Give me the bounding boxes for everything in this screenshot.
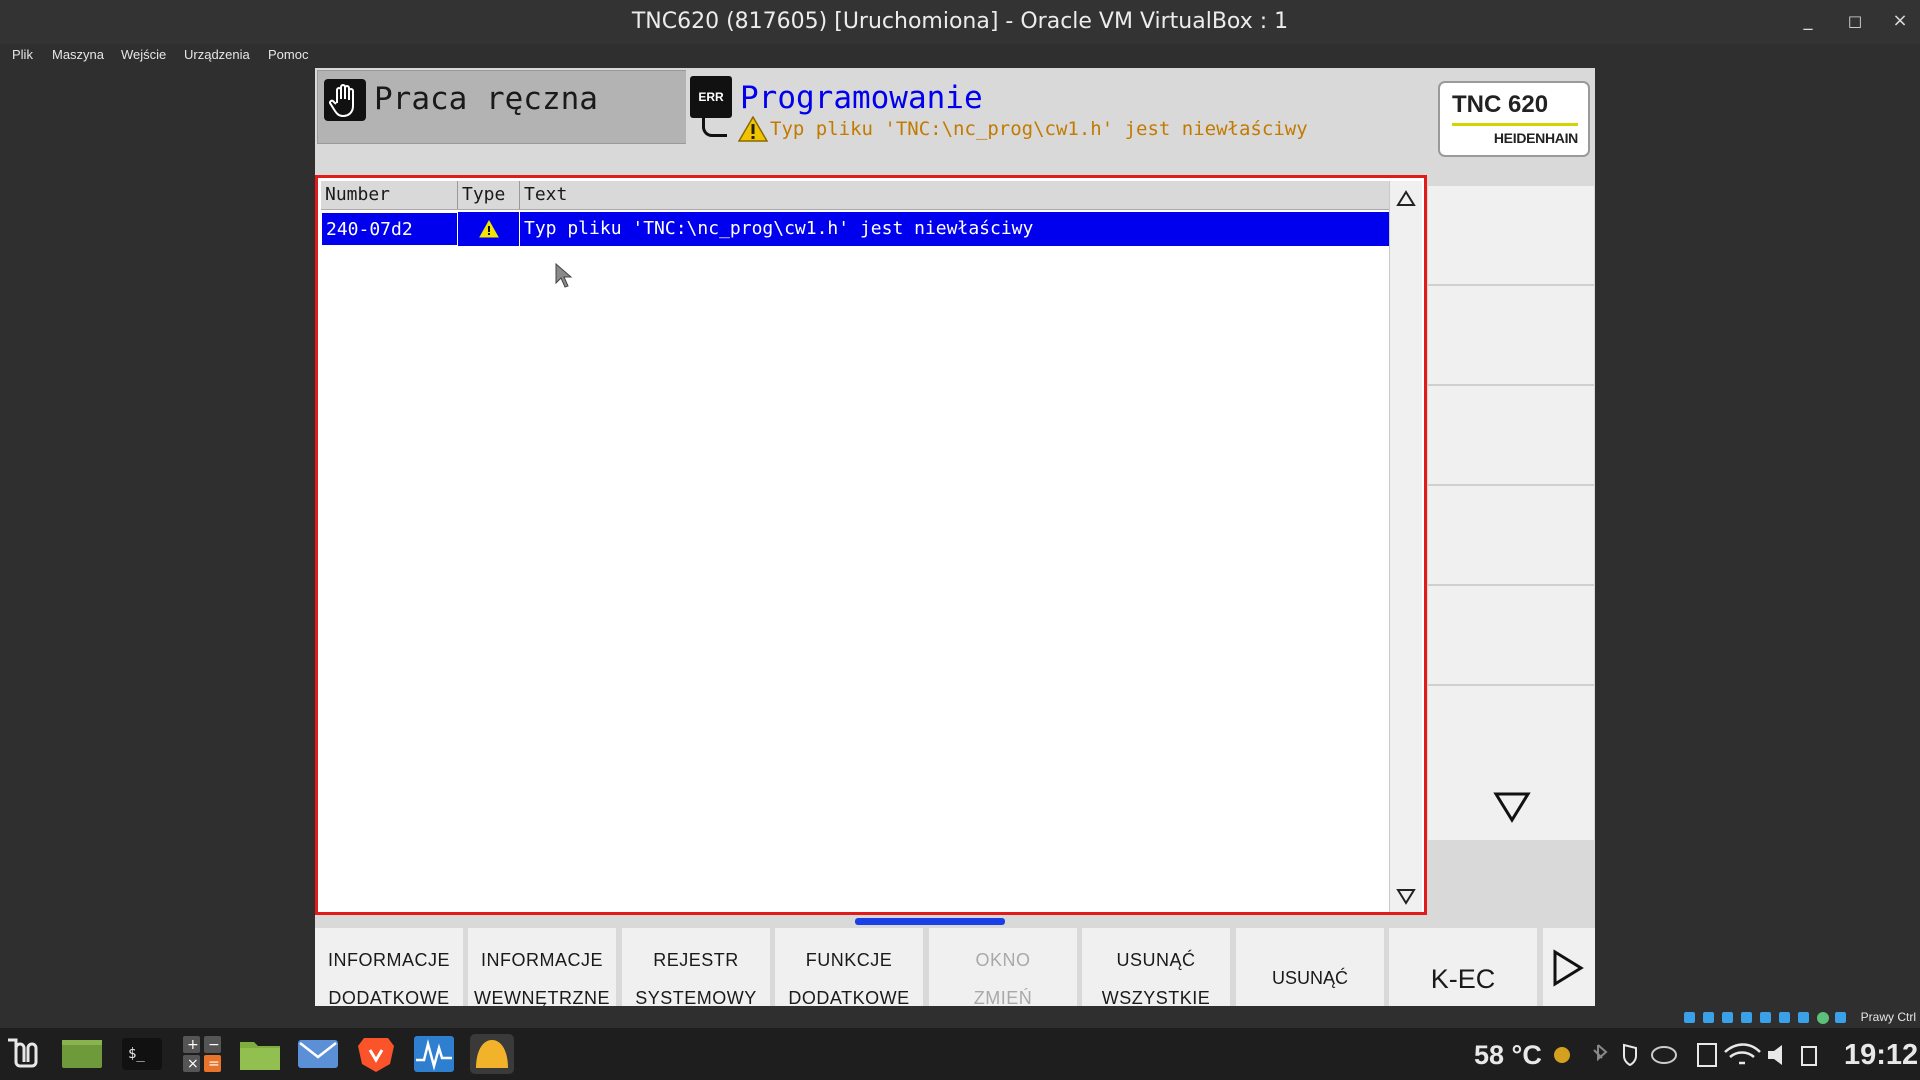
clock[interactable]: 19:12 [1844, 1039, 1918, 1072]
system-monitor-icon[interactable] [412, 1034, 456, 1074]
softkey-line1: INFORMACJE [481, 950, 603, 970]
softkey-line2: DODATKOWE [788, 988, 910, 1006]
softkey-label: USUNĄĆ [1271, 968, 1348, 988]
softkey-line2: DODATKOWE [328, 988, 450, 1006]
menu-urzadzenia[interactable]: Urządzenia [184, 47, 250, 62]
mode-left-label: Praca ręczna [374, 81, 598, 117]
warning-text: Typ pliku 'TNC:\nc_prog\cw1.h' jest niew… [770, 118, 1308, 140]
vertical-softkey-2[interactable] [1428, 286, 1594, 386]
menu-pomoc[interactable]: Pomoc [268, 47, 308, 62]
host-key-label: Prawy Ctrl [1860, 1010, 1916, 1024]
error-list-scrollbar[interactable] [1389, 181, 1422, 912]
vertical-softkey-1[interactable] [1428, 186, 1594, 286]
triangle-right-icon [1553, 949, 1584, 987]
softkey-k-ec[interactable]: K-EC [1389, 928, 1540, 1006]
vm-screen[interactable]: Praca ręczna ERR Programowanie Typ pliku… [315, 68, 1595, 1006]
menu-wejscie[interactable]: Wejście [121, 47, 166, 62]
error-type [458, 212, 520, 246]
logo-underline [1452, 123, 1578, 126]
softkey-level-indicator [855, 918, 1005, 925]
error-table-header: Number Type Text [321, 181, 1389, 210]
softkey-line1: FUNKCJE [805, 950, 893, 970]
mode-tab-manual[interactable]: Praca ręczna [317, 70, 687, 144]
tnc-logo: TNC 620 HEIDENHAIN [1438, 81, 1590, 157]
mode-right-label: Programowanie [740, 80, 983, 116]
virtualbox-icon[interactable] [470, 1034, 514, 1074]
softkey-line2: SYSTEMOWY [635, 988, 757, 1006]
err-icon[interactable]: ERR [690, 76, 732, 118]
err-hook-decoration [702, 118, 727, 137]
menubar: Plik Maszyna Wejście Urządzenia Pomoc [0, 44, 1920, 66]
softkey-line2: ZMIEŃ [973, 988, 1033, 1006]
menu-plik[interactable]: Plik [12, 47, 33, 62]
vbox-status-bar: Prawy Ctrl [1680, 1006, 1920, 1030]
softkey-line1: OKNO [975, 950, 1031, 970]
column-type[interactable]: Type [458, 181, 520, 209]
mouse-cursor-icon [555, 263, 573, 288]
softkey-page-down[interactable] [1428, 778, 1594, 840]
column-number[interactable]: Number [321, 181, 458, 209]
desktop-icon[interactable] [60, 1034, 104, 1074]
scroll-down-icon[interactable] [1396, 886, 1416, 906]
window-title: TNC620 (817605) [Uruchomiona] - Oracle V… [631, 9, 1289, 34]
menu-maszyna[interactable]: Maszyna [52, 47, 104, 62]
softkey-info-internal[interactable]: INFORMACJE WEWNĘTRZNE [468, 928, 619, 1006]
terminal-icon[interactable]: $_ [120, 1034, 164, 1074]
svg-text:+: + [187, 1037, 199, 1053]
svg-text:=: = [208, 1056, 220, 1072]
scroll-up-icon[interactable] [1396, 189, 1416, 209]
brave-browser-icon[interactable] [354, 1034, 398, 1074]
system-tray-icons[interactable] [1550, 1042, 1830, 1068]
vertical-softkey-5[interactable] [1428, 586, 1594, 686]
vbox-device-icons[interactable] [1684, 1011, 1854, 1025]
vertical-softkey-4[interactable] [1428, 486, 1594, 586]
temperature-readout[interactable]: 58 °C [1474, 1040, 1542, 1071]
softkey-line2: WEWNĘTRZNE [474, 988, 610, 1006]
logo-brand: HEIDENHAIN [1493, 130, 1578, 146]
softkey-label: K-EC [1430, 964, 1496, 994]
svg-text:−: − [208, 1037, 220, 1053]
maximize-button[interactable]: □ [1844, 10, 1866, 32]
softkey-additional-functions[interactable]: FUNKCJE DODATKOWE [775, 928, 926, 1006]
mint-menu-icon[interactable] [2, 1034, 46, 1074]
softkey-line1: USUNĄĆ [1116, 950, 1196, 970]
softkey-line1: INFORMACJE [328, 950, 450, 970]
horizontal-softkey-bar: INFORMACJE DODATKOWE INFORMACJE WEWNĘTRZ… [315, 926, 1595, 1006]
softkey-delete-all[interactable]: USUNĄĆ WSZYSTKIE [1082, 928, 1233, 1006]
mail-icon[interactable] [296, 1034, 340, 1074]
softkey-next-level[interactable] [1543, 928, 1595, 1006]
svg-text:$_: $_ [128, 1046, 145, 1062]
error-text: Typ pliku 'TNC:\nc_prog\cw1.h' jest niew… [524, 218, 1034, 239]
taskbar: $_ + − × = 58 °C 19:12 [0, 1028, 1920, 1080]
files-icon[interactable] [238, 1034, 282, 1074]
softkey-line2: WSZYSTKIE [1101, 988, 1211, 1006]
warning-icon [738, 116, 768, 142]
calculator-icon[interactable]: + − × = [180, 1034, 224, 1074]
vertical-softkey-3[interactable] [1428, 386, 1594, 486]
svg-text:×: × [187, 1056, 199, 1072]
logo-model: TNC 620 [1452, 91, 1549, 118]
error-list-window: Number Type Text 240-07d2 Typ pliku 'TNC… [315, 175, 1427, 915]
triangle-down-icon [1493, 792, 1531, 823]
vertical-softkey-6[interactable] [1428, 686, 1594, 786]
hand-icon [324, 79, 366, 121]
close-button[interactable]: × [1889, 10, 1911, 32]
warning-icon [478, 219, 499, 238]
softkey-info-additional[interactable]: INFORMACJE DODATKOWE [315, 928, 466, 1006]
error-number: 240-07d2 [321, 212, 458, 246]
softkey-line1: REJESTR [653, 950, 739, 970]
table-row[interactable]: 240-07d2 Typ pliku 'TNC:\nc_prog\cw1.h' … [321, 212, 1389, 246]
softkey-delete[interactable]: USUNĄĆ [1236, 928, 1387, 1006]
mode-tab-programming[interactable]: ERR Programowanie Typ pliku 'TNC:\nc_pro… [686, 70, 1423, 174]
minimize-button[interactable]: _ [1797, 10, 1819, 32]
vertical-softkey-bar [1428, 186, 1595, 886]
softkey-system-log[interactable]: REJESTR SYSTEMOWY [622, 928, 773, 1006]
column-text[interactable]: Text [520, 181, 1389, 209]
window-titlebar: TNC620 (817605) [Uruchomiona] - Oracle V… [0, 0, 1920, 44]
softkey-change-window[interactable]: OKNO ZMIEŃ [929, 928, 1080, 1006]
